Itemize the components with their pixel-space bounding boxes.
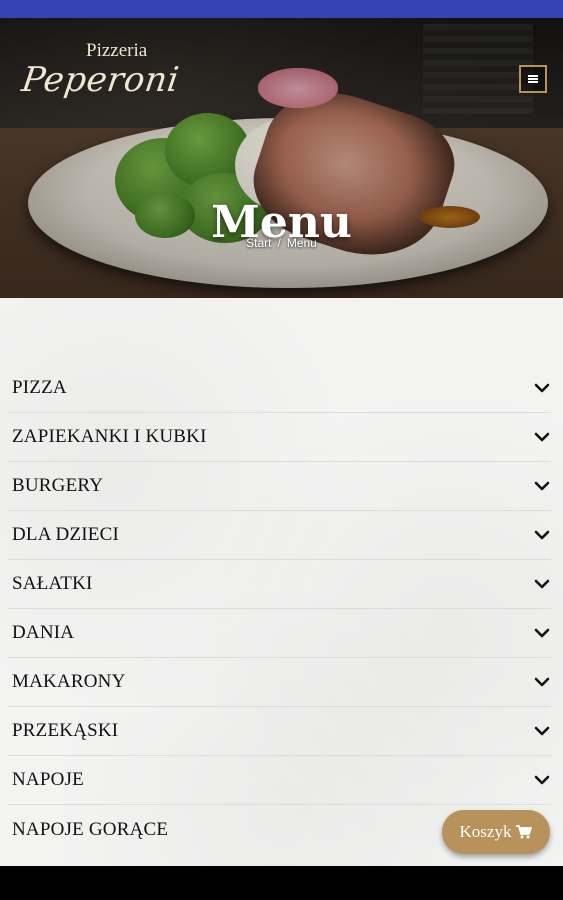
chevron-down-icon <box>533 771 551 789</box>
menu-category-label: PRZEKĄSKI <box>12 720 119 741</box>
menu-toggle-button[interactable] <box>519 65 547 93</box>
menu-category-label: SAŁATKI <box>12 573 93 594</box>
chevron-down-icon <box>533 428 551 446</box>
menu-category-dla-dzieci[interactable]: DLA DZIECI <box>8 511 551 560</box>
menu-category-label: NAPOJE GORĄCE <box>12 818 169 840</box>
menu-category-burgery[interactable]: BURGERY <box>8 462 551 511</box>
breadcrumb-start-link[interactable]: Start <box>246 236 271 250</box>
menu-content: PIZZA ZAPIEKANKI I KUBKI BURGERY DLA DZI… <box>0 298 563 866</box>
hamburger-icon <box>528 75 538 83</box>
system-navigation-bar <box>0 866 563 900</box>
cart-icon <box>516 825 533 839</box>
menu-category-label: ZAPIEKANKI I KUBKI <box>12 426 207 447</box>
menu-category-label: MAKARONY <box>12 671 126 692</box>
chevron-down-icon <box>533 722 551 740</box>
menu-category-pizza[interactable]: PIZZA <box>8 364 551 413</box>
menu-category-label: NAPOJE <box>12 769 84 790</box>
menu-category-label: DANIA <box>12 622 75 643</box>
chevron-down-icon <box>533 575 551 593</box>
menu-category-list: PIZZA ZAPIEKANKI I KUBKI BURGERY DLA DZI… <box>0 364 563 854</box>
chevron-down-icon <box>533 477 551 495</box>
status-bar <box>0 0 563 18</box>
logo-line-2: Peperoni <box>19 60 182 100</box>
breadcrumb: Start / Menu <box>0 236 563 250</box>
breadcrumb-current: Menu <box>286 236 317 250</box>
hero-banner: Pizzeria Peperoni Menu Start / Menu <box>0 18 563 298</box>
menu-category-zapiekanki[interactable]: ZAPIEKANKI I KUBKI <box>8 413 551 462</box>
menu-category-label: PIZZA <box>12 377 67 398</box>
menu-category-salatki[interactable]: SAŁATKI <box>8 560 551 609</box>
menu-category-napoje[interactable]: NAPOJE <box>8 756 551 805</box>
menu-category-makarony[interactable]: MAKARONY <box>8 658 551 707</box>
cart-button[interactable]: Koszyk <box>442 810 550 854</box>
chevron-down-icon <box>533 379 551 397</box>
menu-category-dania[interactable]: DANIA <box>8 609 551 658</box>
chevron-down-icon <box>533 673 551 691</box>
breadcrumb-separator: / <box>277 236 281 250</box>
menu-category-przekaski[interactable]: PRZEKĄSKI <box>8 707 551 756</box>
cart-button-label: Koszyk <box>459 822 512 841</box>
logo-line-1: Pizzeria <box>86 40 148 61</box>
pizzeria-logo[interactable]: Pizzeria Peperoni <box>14 40 184 120</box>
chevron-down-icon <box>533 624 551 642</box>
menu-category-label: BURGERY <box>12 475 104 496</box>
menu-category-label: DLA DZIECI <box>12 524 120 545</box>
chevron-down-icon <box>533 526 551 544</box>
